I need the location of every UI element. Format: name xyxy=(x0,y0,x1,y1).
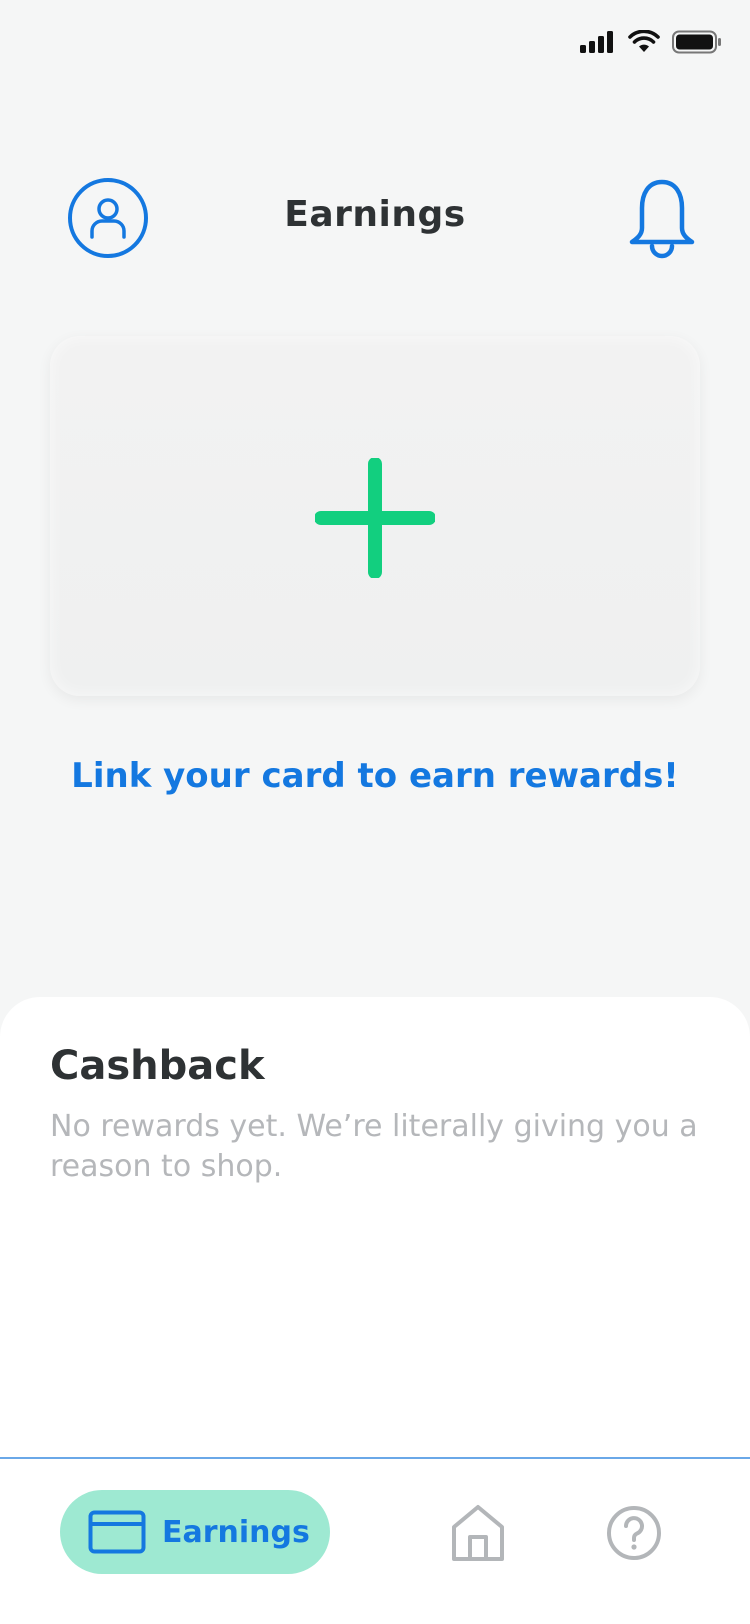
cashback-empty-message: No rewards yet. We’re literally giving y… xyxy=(50,1109,698,1184)
plus-icon xyxy=(315,458,435,578)
header: Earnings xyxy=(0,176,750,264)
status-bar xyxy=(580,30,722,54)
bottom-tab-bar: Earnings xyxy=(0,1457,750,1624)
link-card-link[interactable]: Link your card to earn rewards! xyxy=(0,756,750,796)
bell-icon[interactable] xyxy=(628,176,696,260)
cellular-signal-icon xyxy=(580,31,613,53)
tab-earnings[interactable]: Earnings xyxy=(60,1490,330,1574)
battery-icon xyxy=(672,30,721,54)
add-card-tile[interactable] xyxy=(50,336,700,696)
home-icon[interactable] xyxy=(450,1503,506,1563)
earnings-screen: Earnings Link your card to earn rewards!… xyxy=(0,0,750,1624)
cashback-title: Cashback xyxy=(50,1043,265,1089)
tab-earnings-label: Earnings xyxy=(162,1514,310,1550)
wifi-icon xyxy=(628,30,660,52)
help-icon[interactable] xyxy=(606,1505,662,1561)
card-icon xyxy=(88,1510,146,1554)
cashback-sheet: Cashback No rewards yet. We’re literally… xyxy=(0,997,750,1457)
